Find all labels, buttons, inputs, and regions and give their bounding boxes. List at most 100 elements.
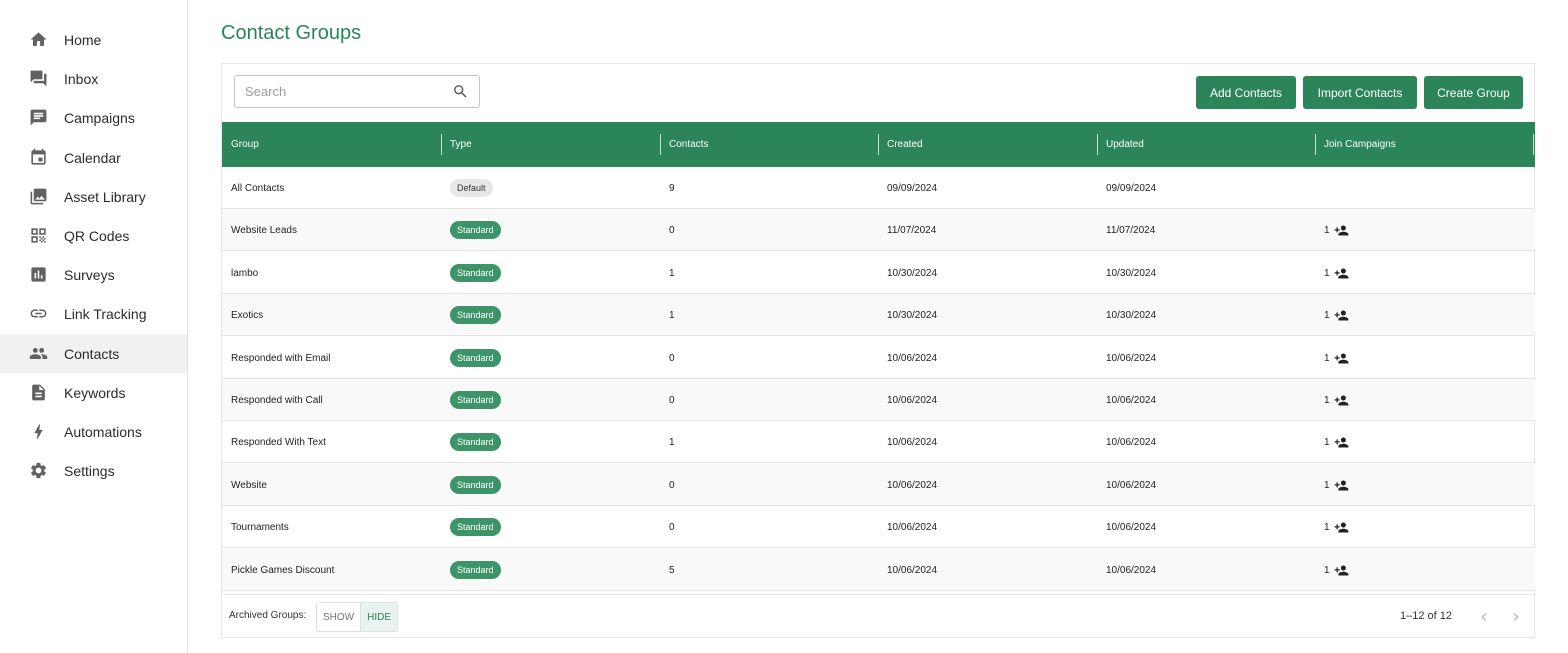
sidebar-item-automations[interactable]: Automations (0, 412, 187, 451)
table-row[interactable]: Responded With Text Standard 1 10/06/2024 10… (222, 421, 1535, 463)
created-date-cell: 10/06/2024 (887, 352, 938, 364)
search-input[interactable] (245, 76, 445, 107)
contacts-count-cell: 0 (669, 394, 675, 406)
pagination-range: 1–12 of 12 (1400, 610, 1452, 622)
table-row[interactable]: Pickle Games Discount Standard 5 10/06/2024… (222, 549, 1535, 591)
column-divider[interactable] (1533, 134, 1534, 155)
person-add-icon[interactable] (1334, 435, 1349, 450)
join-campaigns-cell (1315, 167, 1534, 209)
archived-groups-label: Archived Groups: (229, 610, 307, 621)
sidebar-item-link-tracking[interactable]: Link Tracking (0, 294, 187, 333)
created-date-cell: 10/30/2024 (887, 267, 938, 279)
table-row[interactable]: Website Leads Standard 0 11/07/2024 11/07/20… (222, 209, 1535, 251)
sidebar-item-label: Campaigns (64, 109, 135, 126)
sidebar-item-calendar[interactable]: Calendar (0, 138, 187, 177)
people-icon (28, 344, 48, 364)
type-badge: Default (450, 179, 493, 197)
table-row[interactable]: lambo Standard 1 10/30/2024 10/30/2024 1 (222, 252, 1535, 294)
previous-page-button[interactable] (1473, 606, 1495, 628)
column-header-join-campaigns[interactable]: Join Campaigns (1315, 122, 1534, 167)
person-add-icon[interactable] (1334, 563, 1349, 578)
sidebar-item-settings[interactable]: Settings (0, 451, 187, 490)
column-header-group[interactable]: Group (222, 122, 441, 167)
join-campaigns-count: 1 (1324, 267, 1330, 279)
created-date-cell: 10/06/2024 (887, 521, 938, 533)
join-campaigns-count: 1 (1324, 521, 1330, 533)
table-footer: Archived Groups: SHOW HIDE 1–12 of 12 (222, 594, 1535, 638)
sidebar-item-label: Settings (64, 462, 115, 479)
table-row[interactable]: Responded with Call Standard 0 10/06/2024 10… (222, 379, 1535, 421)
type-badge: Standard (450, 349, 501, 367)
create-group-button[interactable]: Create Group (1424, 76, 1523, 109)
join-campaigns-cell: 1 (1315, 252, 1534, 294)
group-name-cell: lambo (231, 267, 259, 279)
sidebar-item-label: Automations (64, 423, 142, 440)
sidebar-item-label: Asset Library (64, 188, 146, 205)
hide-archived-button[interactable]: HIDE (360, 603, 398, 631)
group-name-cell: Responded With Text (231, 436, 326, 448)
contacts-count-cell: 1 (669, 267, 675, 279)
search-icon[interactable] (452, 83, 469, 100)
sidebar-item-label: Keywords (64, 384, 126, 401)
contacts-count-cell: 0 (669, 479, 675, 491)
table-row[interactable]: Tournaments Standard 0 10/06/2024 10/06/2024… (222, 506, 1535, 548)
created-date-cell: 10/06/2024 (887, 564, 938, 576)
show-archived-button[interactable]: SHOW (317, 603, 361, 631)
group-name-cell: Pickle Games Discount (231, 564, 335, 576)
column-header-created[interactable]: Created (878, 122, 1097, 167)
table-row[interactable]: Responded with Email Standard 0 10/06/2024 1… (222, 337, 1535, 379)
type-cell: Standard (441, 549, 660, 591)
table-row[interactable]: All Contacts Default 9 09/09/2024 09/09/2024 (222, 167, 1535, 209)
table-row[interactable]: Website Standard 0 10/06/2024 10/06/2024 1 (222, 464, 1535, 506)
column-header-type[interactable]: Type (441, 122, 660, 167)
sidebar-item-qr-codes[interactable]: QR Codes (0, 216, 187, 255)
sidebar: Home Inbox Campaigns Calendar Asset Libr… (0, 0, 188, 653)
sidebar-item-label: QR Codes (64, 227, 130, 244)
document-icon (28, 383, 48, 403)
home-icon (28, 30, 48, 50)
import-contacts-button[interactable]: Import Contacts (1303, 76, 1417, 109)
person-add-icon[interactable] (1334, 520, 1349, 535)
join-campaigns-cell: 1 (1315, 209, 1534, 251)
next-page-button[interactable] (1505, 606, 1527, 628)
person-add-icon[interactable] (1334, 223, 1349, 238)
type-badge: Standard (450, 476, 501, 494)
column-header-contacts[interactable]: Contacts (660, 122, 879, 167)
sidebar-item-asset-library[interactable]: Asset Library (0, 177, 187, 216)
join-campaigns: 1 (1324, 223, 1349, 238)
updated-date-cell: 10/06/2024 (1106, 394, 1157, 406)
person-add-icon[interactable] (1334, 308, 1349, 323)
group-name-cell: All Contacts (231, 182, 285, 194)
person-add-icon[interactable] (1334, 393, 1349, 408)
person-add-icon[interactable] (1334, 478, 1349, 493)
sidebar-item-label: Home (64, 31, 102, 48)
person-add-icon[interactable] (1334, 266, 1349, 281)
join-campaigns: 1 (1324, 351, 1349, 366)
updated-date-cell: 10/06/2024 (1106, 436, 1157, 448)
updated-date-cell: 09/09/2024 (1106, 182, 1157, 194)
person-add-icon[interactable] (1334, 351, 1349, 366)
contacts-count-cell: 1 (669, 436, 675, 448)
join-campaigns-count: 1 (1324, 352, 1330, 364)
join-campaigns: 1 (1324, 308, 1349, 323)
chevron-right-icon (1513, 613, 1519, 621)
sidebar-item-surveys[interactable]: Surveys (0, 255, 187, 294)
photo-library-icon (28, 187, 48, 207)
created-date-cell: 10/06/2024 (887, 394, 938, 406)
sidebar-item-contacts[interactable]: Contacts (0, 334, 187, 373)
column-header-updated[interactable]: Updated (1097, 122, 1316, 167)
type-badge: Standard (450, 391, 501, 409)
sidebar-item-label: Surveys (64, 266, 115, 283)
sidebar-item-campaigns[interactable]: Campaigns (0, 98, 187, 137)
sidebar-item-home[interactable]: Home (0, 20, 187, 59)
sidebar-item-inbox[interactable]: Inbox (0, 59, 187, 98)
type-badge: Standard (450, 306, 501, 324)
add-contacts-button[interactable]: Add Contacts (1196, 76, 1296, 109)
type-cell: Standard (441, 379, 660, 421)
join-campaigns-cell: 1 (1315, 294, 1534, 336)
bolt-icon (28, 422, 48, 442)
table-row[interactable]: Exotics Standard 1 10/30/2024 10/30/2024 1 (222, 294, 1535, 336)
join-campaigns: 1 (1324, 478, 1349, 493)
sidebar-item-keywords[interactable]: Keywords (0, 373, 187, 412)
type-badge: Standard (450, 264, 501, 282)
